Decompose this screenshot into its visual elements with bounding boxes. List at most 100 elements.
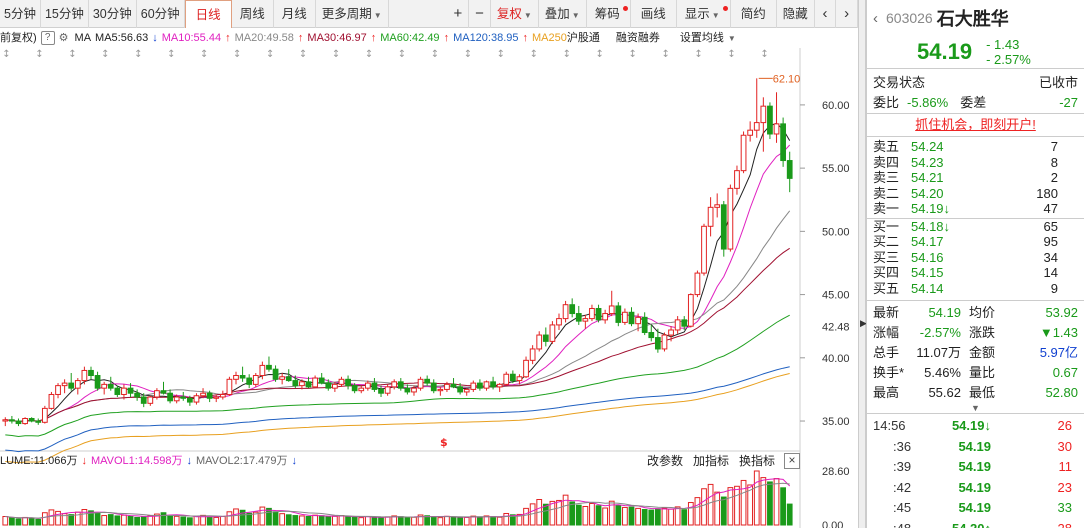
candle: [536, 334, 543, 350]
event-marker-icon[interactable]: ↕: [200, 49, 208, 60]
event-marker-icon[interactable]: ↕: [2, 49, 10, 60]
display-dropdown[interactable]: 显示 ▼: [677, 0, 731, 28]
volume-bar: [140, 516, 147, 526]
event-marker-icon[interactable]: ↕: [530, 49, 538, 60]
ma-settings-icon[interactable]: ⚙: [59, 28, 69, 48]
expand-ticks-icon[interactable]: ▼: [867, 403, 1084, 413]
event-marker-icon[interactable]: ↕: [134, 49, 142, 60]
event-marker-icon[interactable]: ↕: [760, 49, 768, 60]
ma-line-ma5: [5, 122, 791, 423]
ma-line-ma120: [5, 366, 790, 453]
overlay-dropdown[interactable]: 叠加 ▼: [539, 0, 587, 28]
event-marker-icon[interactable]: ↕: [332, 49, 340, 60]
close-indicator-button[interactable]: ×: [784, 453, 800, 469]
period-30min[interactable]: 30分钟: [89, 0, 137, 28]
event-marker-icon[interactable]: ↕: [398, 49, 406, 60]
volume-bar: [9, 517, 15, 526]
draw-line-button[interactable]: 画线: [631, 0, 677, 28]
dividend-marker-icon[interactable]: $: [440, 436, 448, 449]
volume-bar: [266, 507, 272, 526]
trade-volume: 26: [1057, 418, 1072, 433]
candle: [549, 324, 556, 342]
hide-button[interactable]: 隐藏: [777, 0, 815, 28]
zoom-out-button[interactable]: −: [469, 0, 491, 28]
ask-label: 卖三: [873, 170, 900, 185]
event-marker-icon[interactable]: ↕: [661, 49, 669, 60]
event-marker-icon[interactable]: ↕: [694, 49, 702, 60]
candle: [430, 382, 437, 392]
event-marker-icon[interactable]: ↕: [727, 49, 735, 60]
event-marker-icon[interactable]: ↕: [299, 49, 307, 60]
period-monthly[interactable]: 月线: [274, 0, 316, 28]
simple-mode-button[interactable]: 简约: [731, 0, 777, 28]
period-15min[interactable]: 15分钟: [41, 0, 89, 28]
event-marker-icon[interactable]: ↕: [629, 49, 637, 60]
fq-dropdown[interactable]: 复权 ▼: [491, 0, 539, 28]
arrow-up-icon: ↑: [370, 32, 377, 44]
stat-label: 均价: [969, 305, 996, 320]
ma-legend: 前复权) ? ⚙ MA MA5:56.63 ↓ MA10:55.44 ↑ MA20:…: [0, 28, 800, 48]
candle: [523, 359, 529, 378]
open-account-link[interactable]: 抓住机会，即刻开户!: [867, 114, 1084, 136]
volume-bar: [767, 481, 773, 526]
add-indicator-button[interactable]: 加指标: [693, 451, 729, 471]
event-marker-icon[interactable]: ↕: [464, 49, 472, 60]
ask-price: 54.21: [911, 170, 944, 185]
event-marker-icon[interactable]: ↕: [497, 49, 505, 60]
candle: [114, 387, 121, 395]
switch-indicator-button[interactable]: 换指标: [739, 451, 775, 471]
candle: [496, 383, 503, 388]
event-marker-icon[interactable]: ↕: [101, 49, 109, 60]
event-marker-icon[interactable]: ↕: [35, 49, 43, 60]
zoom-in-button[interactable]: +: [448, 0, 470, 28]
event-marker-icon[interactable]: ↕: [596, 49, 604, 60]
help-icon[interactable]: ?: [40, 31, 55, 45]
event-marker-icon[interactable]: ↕: [563, 49, 571, 60]
event-marker-icon[interactable]: ↕: [233, 49, 241, 60]
event-marker-icon[interactable]: ↕: [365, 49, 373, 60]
candle: [140, 396, 147, 404]
stat-value: 52.80: [1045, 385, 1078, 400]
period-5min[interactable]: 5分钟: [0, 0, 41, 28]
candle: [88, 369, 94, 377]
event-marker-icon[interactable]: ↕: [431, 49, 439, 60]
period-weekly[interactable]: 周线: [232, 0, 274, 28]
event-marker-icon[interactable]: ↕: [167, 49, 175, 60]
stock-name: 石大胜华: [936, 9, 1009, 29]
candle: [661, 334, 668, 350]
volume-bar: [753, 470, 760, 526]
ask-volume: 7: [1050, 139, 1058, 154]
more-periods-dropdown[interactable]: 更多周期 ▼: [316, 0, 389, 28]
period-daily[interactable]: 日线: [184, 0, 232, 28]
prev-stock-button[interactable]: ‹: [815, 0, 837, 28]
chips-button[interactable]: 筹码: [587, 0, 631, 28]
candle: [760, 105, 767, 124]
candle: [391, 381, 398, 388]
volume-bar: [325, 516, 332, 526]
volume-bar: [378, 517, 384, 526]
stat-value: 5.97亿: [1039, 345, 1078, 360]
event-marker-icon[interactable]: ↕: [266, 49, 274, 60]
volume-bar: [503, 512, 510, 526]
ma-setting-dropdown[interactable]: 设置均线 ▼: [680, 28, 740, 49]
change-params-button[interactable]: 改参数: [647, 451, 683, 471]
volume-bar: [628, 506, 635, 526]
event-marker-icon[interactable]: ↕: [68, 49, 76, 60]
panel-collapse-handle[interactable]: ▶: [858, 0, 867, 528]
candle: [312, 377, 318, 388]
volume-bar: [2, 516, 9, 526]
ma60-value: MA60:42.49: [380, 32, 440, 44]
back-icon[interactable]: ‹: [873, 10, 878, 27]
candle: [714, 204, 721, 208]
next-stock-button[interactable]: ›: [836, 0, 858, 28]
candle: [55, 385, 61, 395]
ask-price: 54.23: [911, 154, 944, 170]
candle: [483, 381, 490, 389]
period-60min[interactable]: 60分钟: [137, 0, 185, 28]
volume-bar: [371, 516, 378, 526]
volume-bar: [589, 502, 595, 526]
volume-bar: [351, 516, 358, 526]
candle: [239, 375, 246, 379]
overlay-label: 叠加: [544, 6, 570, 21]
arrow-down-icon: ↓: [291, 455, 297, 467]
